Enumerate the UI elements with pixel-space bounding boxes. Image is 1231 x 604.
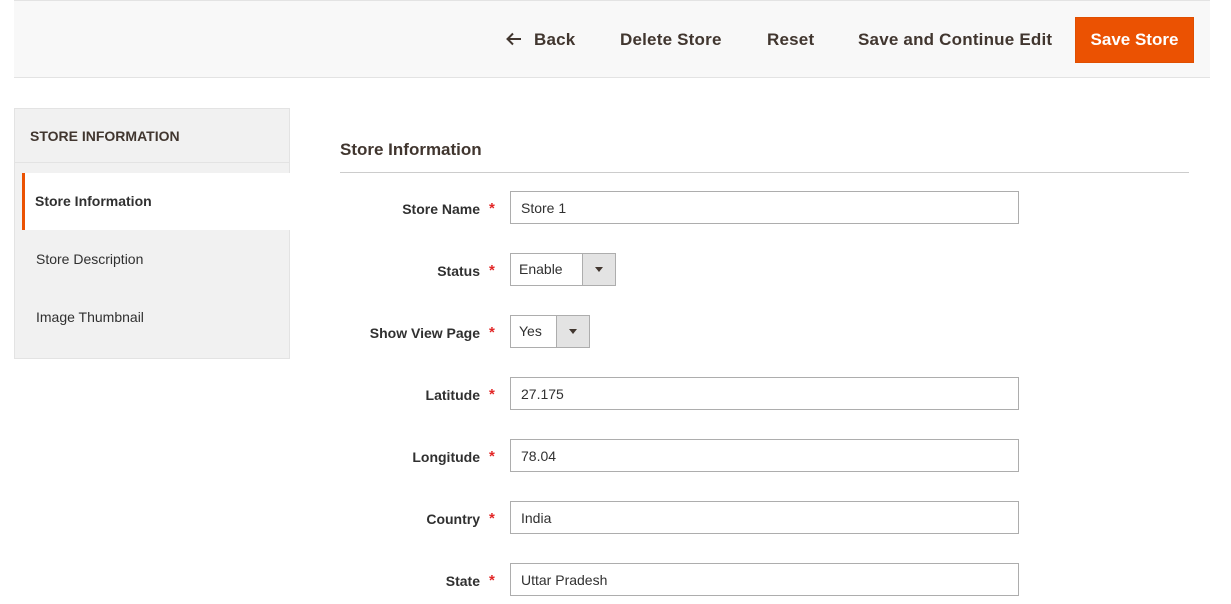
back-button-label: Back — [534, 30, 576, 49]
sidebar-tabs: STORE INFORMATION Store Information Stor… — [14, 108, 291, 359]
status-select[interactable]: Enable — [510, 253, 616, 286]
required-asterisk: * — [489, 262, 495, 279]
reset-button[interactable]: Reset — [767, 17, 814, 63]
delete-store-button[interactable]: Delete Store — [620, 17, 722, 63]
required-asterisk: * — [489, 324, 495, 341]
back-button[interactable]: Back — [506, 17, 575, 63]
latitude-input[interactable] — [510, 377, 1019, 410]
section-divider — [340, 172, 1189, 173]
status-select-value: Enable — [519, 261, 563, 277]
sidebar-item-image-thumbnail[interactable]: Image Thumbnail — [23, 289, 290, 346]
save-store-button[interactable]: Save Store — [1075, 17, 1194, 63]
store-name-input[interactable] — [510, 191, 1019, 224]
save-and-continue-button[interactable]: Save and Continue Edit — [858, 17, 1052, 63]
state-input[interactable] — [510, 563, 1019, 596]
show-view-page-select-toggle[interactable] — [556, 316, 589, 347]
sidebar-title: STORE INFORMATION — [15, 109, 289, 163]
sidebar-item-store-information[interactable]: Store Information — [22, 173, 291, 230]
status-select-toggle[interactable] — [582, 254, 615, 285]
required-asterisk: * — [489, 448, 495, 465]
country-label: Country — [426, 511, 480, 527]
show-view-page-select-value: Yes — [519, 323, 542, 339]
store-name-label: Store Name — [402, 201, 480, 217]
state-label: State — [445, 573, 480, 589]
longitude-input[interactable] — [510, 439, 1019, 472]
sidebar-item-store-description[interactable]: Store Description — [23, 231, 290, 288]
required-asterisk: * — [489, 510, 495, 527]
status-label: Status — [437, 263, 480, 279]
chevron-down-icon — [595, 267, 603, 272]
country-input[interactable] — [510, 501, 1019, 534]
arrow-left-icon — [506, 32, 521, 46]
page-actions-toolbar: Back Delete Store Reset Save and Continu… — [14, 0, 1210, 78]
show-view-page-select[interactable]: Yes — [510, 315, 590, 348]
chevron-down-icon — [569, 329, 577, 334]
required-asterisk: * — [489, 572, 495, 589]
show-view-page-label: Show View Page — [369, 325, 480, 341]
required-asterisk: * — [489, 200, 495, 217]
required-asterisk: * — [489, 386, 495, 403]
section-title: Store Information — [340, 140, 482, 159]
latitude-label: Latitude — [425, 387, 480, 403]
longitude-label: Longitude — [412, 449, 480, 465]
